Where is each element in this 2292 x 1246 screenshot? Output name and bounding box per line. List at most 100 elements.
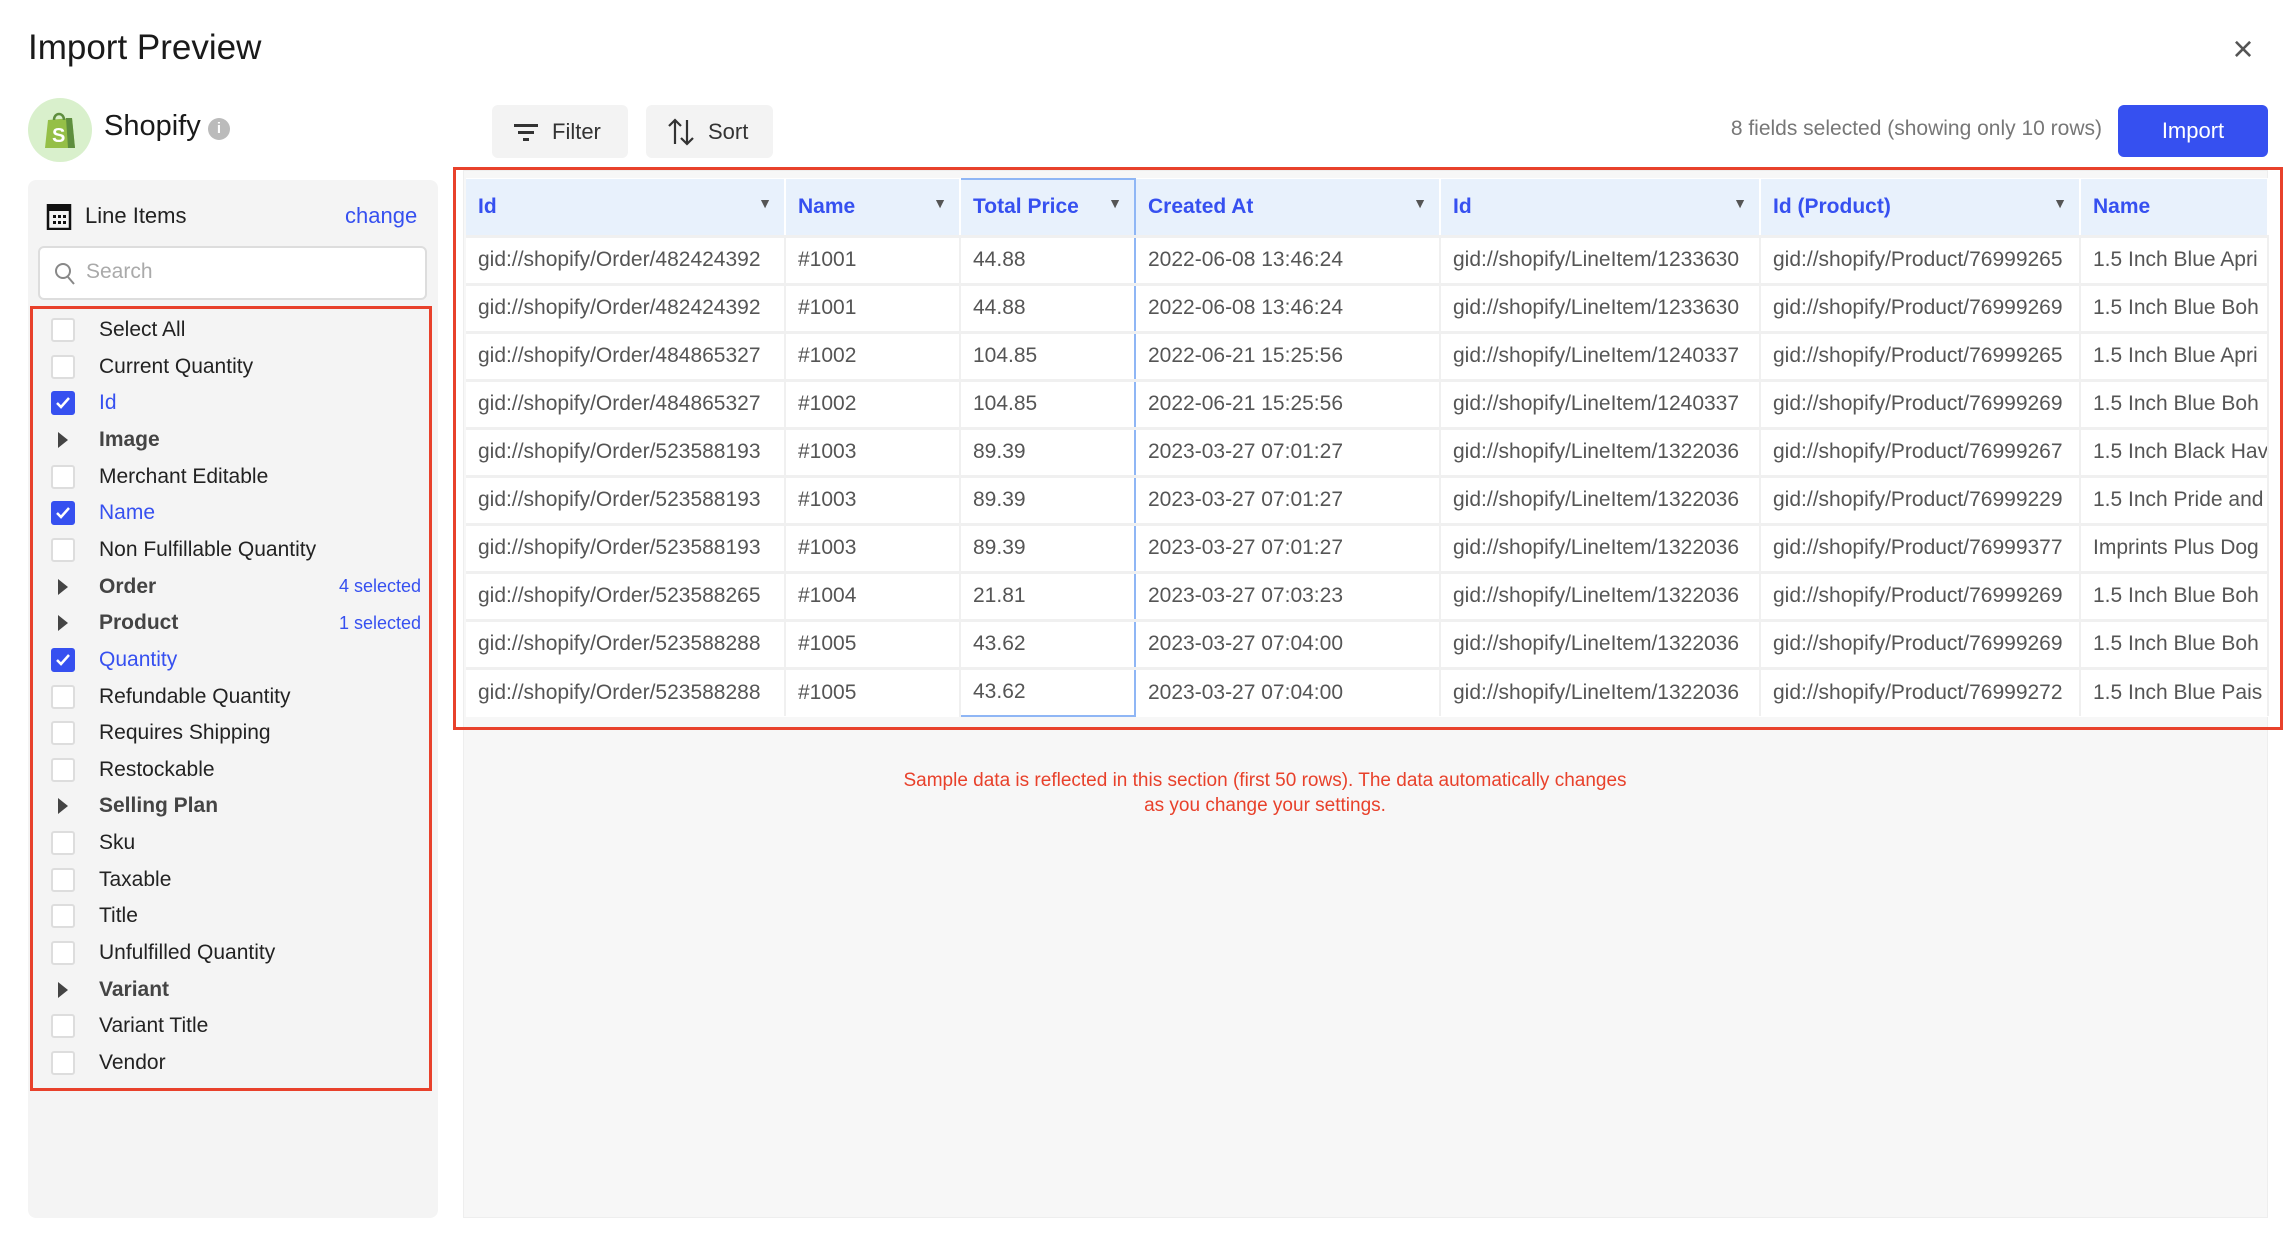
checkbox[interactable] [51, 867, 75, 892]
checkbox[interactable] [51, 941, 75, 966]
field-group-variant[interactable]: Variant [51, 973, 421, 1007]
table-cell: #1002 [785, 330, 961, 380]
table-cell: 2023-03-27 07:01:27 [1135, 426, 1441, 476]
field-id[interactable]: Id [51, 386, 421, 420]
field-merchant-editable[interactable]: Merchant Editable [51, 460, 421, 494]
checkbox[interactable] [51, 537, 75, 562]
field-variant-title[interactable]: Variant Title [51, 1009, 421, 1043]
field-label: Refundable Quantity [99, 684, 291, 708]
expand-icon[interactable] [51, 615, 75, 632]
field-group-selling-plan[interactable]: Selling Plan [51, 789, 421, 823]
field-non-fulfillable-quantity[interactable]: Non Fulfillable Quantity [51, 533, 421, 567]
table-cell: gid://shopify/LineItem/1322036 [1440, 426, 1761, 476]
field-taxable[interactable]: Taxable [51, 863, 421, 897]
expand-icon[interactable] [51, 431, 75, 448]
table-cell: #1004 [785, 570, 961, 620]
checkbox[interactable] [51, 1051, 75, 1075]
import-button[interactable]: Import [2118, 105, 2268, 157]
table-cell: gid://shopify/LineItem/1322036 [1440, 474, 1761, 524]
column-title: Created At [1148, 194, 1254, 218]
expand-icon[interactable] [51, 578, 75, 595]
field-current-quantity[interactable]: Current Quantity [51, 350, 421, 384]
expand-icon[interactable] [51, 798, 75, 815]
table-cell: 43.62 [959, 666, 1136, 717]
column-header[interactable]: Id (Product) ▼ [1760, 179, 2081, 236]
checkbox[interactable] [51, 391, 75, 416]
checkbox[interactable] [51, 831, 75, 856]
field-label: Requires Shipping [99, 721, 271, 745]
table-cell: gid://shopify/LineItem/1322036 [1440, 522, 1761, 572]
column-title: Id [478, 194, 497, 218]
dropdown-caret-icon[interactable]: ▼ [2053, 195, 2067, 211]
checkbox[interactable] [51, 904, 75, 929]
field-group-product[interactable]: Product 1 selected [51, 606, 421, 640]
table-cell: gid://shopify/LineItem/1233630 [1440, 282, 1761, 332]
change-entity-link[interactable]: change [345, 203, 417, 229]
field-vendor[interactable]: Vendor [51, 1046, 421, 1080]
checkbox[interactable] [51, 354, 75, 379]
table-cell: #1003 [785, 426, 961, 476]
dropdown-caret-icon[interactable]: ▼ [1413, 195, 1427, 211]
table-cell: 1.5 Inch Blue Apri [2080, 330, 2269, 380]
table-row: gid://shopify/Order/482424392 #1001 44.88 2… [466, 234, 2269, 284]
close-icon[interactable]: × [2226, 31, 2260, 67]
field-search[interactable] [38, 246, 427, 300]
checkbox[interactable] [51, 757, 75, 782]
column-header[interactable]: Id ▼ [1440, 179, 1761, 236]
table-cell: 2023-03-27 07:03:23 [1135, 570, 1441, 620]
table-cell: gid://shopify/LineItem/1240337 [1440, 330, 1761, 380]
search-icon [55, 263, 75, 285]
dropdown-caret-icon[interactable]: ▼ [758, 195, 772, 211]
table-cell: 89.39 [959, 522, 1136, 572]
table-cell: 44.88 [959, 282, 1136, 332]
field-group-order[interactable]: Order 4 selected [51, 570, 421, 604]
table-cell: gid://shopify/Order/523588193 [466, 522, 786, 572]
field-requires-shipping[interactable]: Requires Shipping [51, 716, 421, 750]
filter-button[interactable]: Filter [492, 105, 628, 158]
checkbox[interactable] [51, 721, 75, 746]
column-header[interactable]: Name [2080, 179, 2269, 236]
checkbox[interactable] [51, 647, 75, 672]
table-row: gid://shopify/Order/523588193 #1003 89.39 2… [466, 474, 2269, 524]
dropdown-caret-icon[interactable]: ▼ [1108, 195, 1122, 211]
table-cell: 89.39 [959, 474, 1136, 524]
source-name: Shopify [104, 110, 201, 142]
column-header[interactable]: Name ▼ [785, 179, 961, 236]
checkbox[interactable] [51, 501, 75, 526]
field-label: Variant [99, 977, 170, 1001]
field-title[interactable]: Title [51, 899, 421, 933]
field-label: Title [99, 904, 138, 928]
search-input[interactable] [86, 260, 406, 284]
field-label: Select All [99, 318, 186, 341]
table-cell: 104.85 [959, 330, 1136, 380]
table-cell: 1.5 Inch Blue Boh [2080, 378, 2269, 428]
checkbox[interactable] [51, 318, 75, 342]
sort-button[interactable]: Sort [646, 105, 773, 158]
field-sku[interactable]: Sku [51, 826, 421, 860]
table-cell: 1.5 Inch Blue Boh [2080, 570, 2269, 620]
dropdown-caret-icon[interactable]: ▼ [933, 195, 947, 211]
field-restockable[interactable]: Restockable [51, 753, 421, 787]
checkbox[interactable] [51, 464, 75, 489]
table-cell: 2022-06-21 15:25:56 [1135, 378, 1441, 428]
field-refundable-quantity[interactable]: Refundable Quantity [51, 680, 421, 714]
table-cell: 43.62 [959, 618, 1136, 668]
column-header[interactable]: Total Price ▼ [959, 178, 1136, 236]
table-cell: #1003 [785, 522, 961, 572]
checkbox[interactable] [51, 684, 75, 709]
column-header[interactable]: Created At ▼ [1135, 179, 1441, 236]
field-group-image[interactable]: Image [51, 423, 421, 457]
dropdown-caret-icon[interactable]: ▼ [1733, 195, 1747, 211]
field-quantity[interactable]: Quantity [51, 643, 421, 677]
expand-icon[interactable] [51, 981, 75, 998]
check-icon [56, 507, 70, 520]
field-unfulfilled-quantity[interactable]: Unfulfilled Quantity [51, 936, 421, 970]
checkbox[interactable] [51, 1014, 75, 1039]
table-cell: 2022-06-21 15:25:56 [1135, 330, 1441, 380]
field-name[interactable]: Name [51, 496, 421, 530]
info-icon[interactable]: i [208, 118, 230, 140]
field-select-all[interactable]: Select All [51, 313, 421, 347]
column-header[interactable]: Id ▼ [466, 179, 786, 236]
table-row: gid://shopify/Order/484865327 #1002 104.85… [466, 378, 2269, 428]
column-title: Id [1453, 194, 1472, 218]
